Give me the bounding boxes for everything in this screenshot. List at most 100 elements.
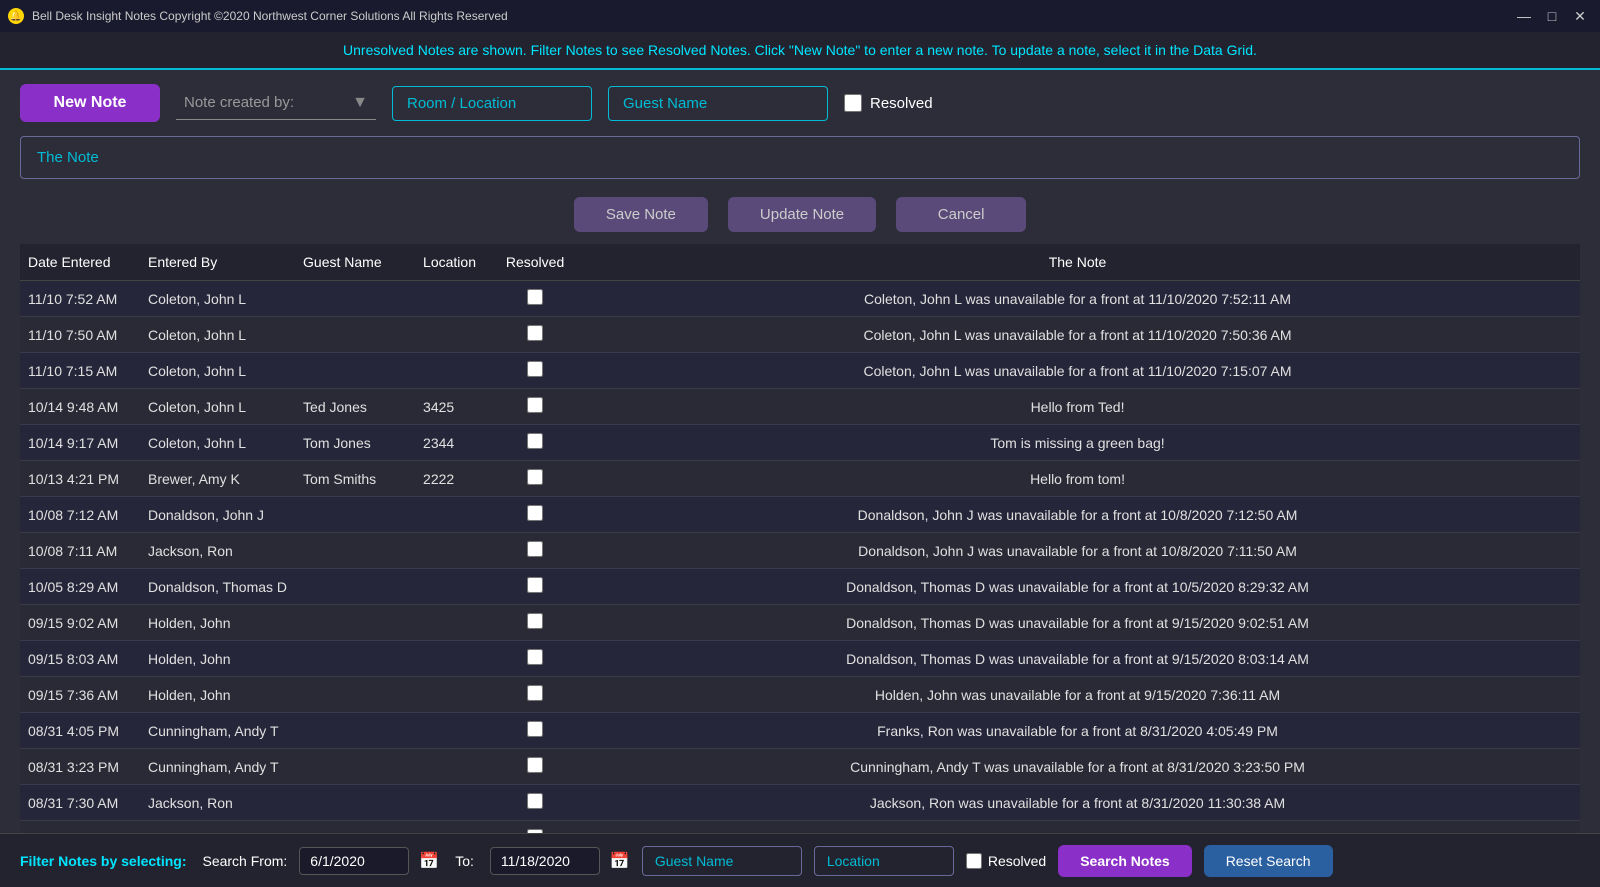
row-resolved-checkbox[interactable]: [527, 649, 543, 665]
row-resolved-checkbox[interactable]: [527, 361, 543, 377]
row-resolved-checkbox[interactable]: [527, 613, 543, 629]
table-row[interactable]: 10/08 7:12 AMDonaldson, John JDonaldson,…: [20, 497, 1580, 533]
cell-location: [415, 533, 495, 569]
the-note-input[interactable]: [20, 136, 1580, 179]
cell-note: Donaldson, Thomas D was unavailable for …: [575, 641, 1580, 677]
table-row[interactable]: 09/15 7:36 AMHolden, JohnHolden, John wa…: [20, 677, 1580, 713]
to-label: To:: [455, 853, 474, 869]
table-row[interactable]: 10/13 4:21 PMBrewer, Amy KTom Smiths2222…: [20, 461, 1580, 497]
cell-resolved[interactable]: [495, 353, 575, 389]
table-row[interactable]: 09/15 8:03 AMHolden, John Donaldson, Thom…: [20, 641, 1580, 677]
cell-resolved[interactable]: [495, 533, 575, 569]
table-row[interactable]: 10/14 9:48 AMColeton, John LTed Jones342…: [20, 389, 1580, 425]
cell-resolved[interactable]: [495, 821, 575, 834]
app-icon: 🔔: [8, 8, 24, 24]
cell-location: [415, 641, 495, 677]
cell-note: Franks, Ron was unavailable for a front …: [575, 713, 1580, 749]
cancel-button[interactable]: Cancel: [896, 197, 1026, 232]
cell-resolved[interactable]: [495, 677, 575, 713]
filter-guest-name-input[interactable]: [642, 846, 802, 876]
row-resolved-checkbox[interactable]: [527, 721, 543, 737]
filter-resolved-checkbox[interactable]: [966, 853, 982, 869]
guest-name-input[interactable]: [608, 86, 828, 121]
cell-location: [415, 569, 495, 605]
resolved-checkbox-wrap: Resolved: [844, 94, 933, 112]
table-row[interactable]: 11/10 7:52 AMColeton, John LColeton, Joh…: [20, 281, 1580, 317]
cell-resolved[interactable]: [495, 281, 575, 317]
table-row[interactable]: 10/14 9:17 AMColeton, John LTom Jones234…: [20, 425, 1580, 461]
search-from-label: Search From:: [202, 853, 287, 869]
cell-date: 09/15 7:36 AM: [20, 677, 140, 713]
cell-entered-by: Cunningham, Andy T: [140, 713, 295, 749]
filter-location-input[interactable]: [814, 846, 954, 876]
cell-resolved[interactable]: [495, 461, 575, 497]
cell-resolved[interactable]: [495, 641, 575, 677]
minimize-button[interactable]: —: [1512, 6, 1536, 26]
cell-guest-name: [295, 713, 415, 749]
table-row[interactable]: 08/31 7:30 AMJackson, RonJackson, Ron wa…: [20, 785, 1580, 821]
maximize-button[interactable]: □: [1540, 6, 1564, 26]
cell-resolved[interactable]: [495, 389, 575, 425]
cell-date: 10/14 9:48 AM: [20, 389, 140, 425]
table-row[interactable]: 11/10 7:50 AMColeton, John LColeton, Joh…: [20, 317, 1580, 353]
note-created-by-wrap: Note created by: ▼: [176, 86, 376, 120]
row-resolved-checkbox[interactable]: [527, 433, 543, 449]
row-resolved-checkbox[interactable]: [527, 685, 543, 701]
top-banner: Unresolved Notes are shown. Filter Notes…: [0, 32, 1600, 70]
table-row[interactable]: 09/15 9:02 AMHolden, JohnDonaldson, Thom…: [20, 605, 1580, 641]
save-note-button[interactable]: Save Note: [574, 197, 708, 232]
table-row[interactable]: 10/08 7:11 AMJackson, RonDonaldson, John…: [20, 533, 1580, 569]
table-row[interactable]: 08/19 6:44 AMJones, Hank11 was assigned …: [20, 821, 1580, 834]
cell-note: Tom is missing a green bag!: [575, 425, 1580, 461]
cell-date: 11/10 7:15 AM: [20, 353, 140, 389]
cell-date: 10/14 9:17 AM: [20, 425, 140, 461]
cell-resolved[interactable]: [495, 785, 575, 821]
new-note-button[interactable]: New Note: [20, 84, 160, 122]
cell-resolved[interactable]: [495, 713, 575, 749]
table-row[interactable]: 08/31 4:05 PMCunningham, Andy TFranks, R…: [20, 713, 1580, 749]
action-buttons-row: Save Note Update Note Cancel: [0, 189, 1600, 244]
title-bar-text: Bell Desk Insight Notes Copyright ©2020 …: [32, 9, 508, 23]
row-resolved-checkbox[interactable]: [527, 469, 543, 485]
cell-entered-by: Holden, John: [140, 605, 295, 641]
cell-entered-by: Coleton, John L: [140, 281, 295, 317]
close-button[interactable]: ✕: [1568, 6, 1592, 26]
to-calendar-icon[interactable]: 📅: [610, 851, 630, 871]
cell-resolved[interactable]: [495, 749, 575, 785]
note-created-by-dropdown[interactable]: Note created by:: [176, 86, 376, 120]
data-grid-section[interactable]: Date Entered Entered By Guest Name Locat…: [20, 244, 1580, 833]
row-resolved-checkbox[interactable]: [527, 505, 543, 521]
from-calendar-icon[interactable]: 📅: [419, 851, 439, 871]
search-from-date-input[interactable]: [299, 847, 409, 875]
row-resolved-checkbox[interactable]: [527, 577, 543, 593]
cell-date: 09/15 8:03 AM: [20, 641, 140, 677]
cell-guest-name: Tom Jones: [295, 425, 415, 461]
resolved-checkbox[interactable]: [844, 94, 862, 112]
cell-location: [415, 749, 495, 785]
table-row[interactable]: 11/10 7:15 AMColeton, John LColeton, Joh…: [20, 353, 1580, 389]
row-resolved-checkbox[interactable]: [527, 541, 543, 557]
room-location-input[interactable]: [392, 86, 592, 121]
row-resolved-checkbox[interactable]: [527, 793, 543, 809]
row-resolved-checkbox[interactable]: [527, 289, 543, 305]
cell-resolved[interactable]: [495, 317, 575, 353]
cell-resolved[interactable]: [495, 569, 575, 605]
update-note-button[interactable]: Update Note: [728, 197, 876, 232]
reset-search-button[interactable]: Reset Search: [1204, 845, 1333, 877]
cell-resolved[interactable]: [495, 497, 575, 533]
cell-guest-name: [295, 569, 415, 605]
cell-guest-name: [295, 497, 415, 533]
cell-resolved[interactable]: [495, 425, 575, 461]
cell-entered-by: Holden, John: [140, 641, 295, 677]
table-row[interactable]: 08/31 3:23 PMCunningham, Andy TCunningha…: [20, 749, 1580, 785]
cell-date: 10/08 7:12 AM: [20, 497, 140, 533]
search-notes-button[interactable]: Search Notes: [1058, 845, 1191, 877]
cell-entered-by: Coleton, John L: [140, 389, 295, 425]
cell-entered-by: Jackson, Ron: [140, 785, 295, 821]
row-resolved-checkbox[interactable]: [527, 757, 543, 773]
search-to-date-input[interactable]: [490, 847, 600, 875]
cell-resolved[interactable]: [495, 605, 575, 641]
row-resolved-checkbox[interactable]: [527, 397, 543, 413]
table-row[interactable]: 10/05 8:29 AMDonaldson, Thomas DDonaldso…: [20, 569, 1580, 605]
row-resolved-checkbox[interactable]: [527, 325, 543, 341]
